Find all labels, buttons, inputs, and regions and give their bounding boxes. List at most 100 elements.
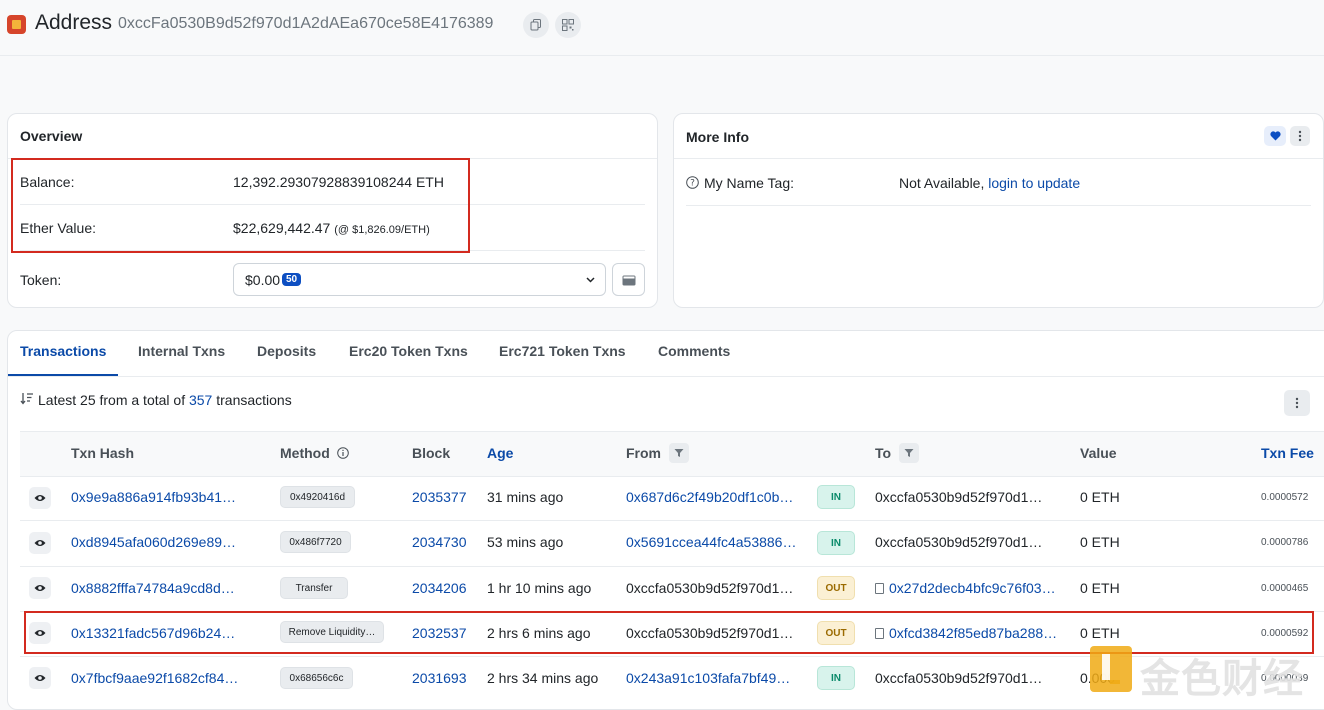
- txn-fee-text: 0.0000465: [1261, 583, 1309, 594]
- txn-hash-link[interactable]: 0xd8945afa060d269e89…: [71, 534, 236, 550]
- name-tag-value: Not Available, login to update: [899, 175, 1080, 191]
- qr-code-icon[interactable]: [555, 12, 581, 38]
- favorite-button[interactable]: [1264, 126, 1286, 146]
- value-text: 0 ETH: [1080, 489, 1120, 505]
- active-tab-indicator: [8, 374, 118, 376]
- contract-icon: [875, 583, 884, 594]
- token-value: $0.00: [245, 272, 281, 288]
- divider: [20, 476, 1324, 477]
- transactions-summary: Latest 25 from a total of 357 transactio…: [38, 392, 292, 408]
- filter-icon[interactable]: [899, 443, 919, 463]
- kebab-icon: [1298, 130, 1302, 142]
- direction-badge-out: OUT: [817, 576, 855, 600]
- to-address: 0xccfa0530b9d52f970d1…: [875, 670, 1043, 686]
- block-link[interactable]: 2035377: [412, 489, 467, 505]
- more-options-button[interactable]: [1290, 126, 1310, 146]
- summary-prefix: Latest 25 from a total of: [38, 392, 186, 408]
- method-badge: 0x68656c6c: [280, 667, 353, 689]
- login-link[interactable]: login to update: [988, 175, 1080, 191]
- summary-count-link[interactable]: 357: [189, 392, 212, 408]
- age-text: 1 hr 10 mins ago: [487, 580, 592, 596]
- info-icon[interactable]: [336, 447, 349, 459]
- method-badge: Transfer: [280, 577, 348, 599]
- value-text: 0 ETH: [1080, 534, 1120, 550]
- direction-badge-in: IN: [817, 531, 855, 555]
- from-address-link[interactable]: 0x243a91c103fafa7bf49…: [626, 670, 790, 686]
- divider: [20, 566, 1324, 567]
- highlight-box: [11, 158, 470, 253]
- block-link[interactable]: 2034730: [412, 534, 467, 550]
- column-header-txn-hash: Txn Hash: [71, 445, 135, 461]
- from-address: 0xccfa0530b9d52f970d1…: [626, 580, 794, 596]
- chevron-down-icon: [586, 277, 595, 283]
- sort-icon: [20, 393, 33, 405]
- txn-fee-text: 0.0000572: [1261, 492, 1309, 503]
- watermark: 金色财经: [1082, 640, 1324, 701]
- block-link[interactable]: 2031693: [412, 670, 467, 686]
- preview-eye-icon[interactable]: [29, 667, 51, 689]
- age-text: 53 mins ago: [487, 534, 564, 550]
- watermark-text: 金色财经: [1140, 657, 1304, 701]
- page-header: Address 0xccFa0530B9d52f970d1A2dAEa670ce…: [0, 0, 1324, 56]
- txn-hash-link[interactable]: 0x7fbcf9aae92f1682cf84…: [71, 670, 238, 686]
- tab-comments[interactable]: Comments: [658, 343, 730, 359]
- watermark-logo-icon: [1090, 646, 1132, 692]
- to-address-link[interactable]: 0x27d2decb4bfc9c76f03…: [875, 580, 1056, 596]
- method-badge: 0x486f7720: [280, 531, 351, 553]
- wallet-button[interactable]: [612, 263, 645, 296]
- divider: [8, 376, 1324, 377]
- kebab-icon: [1295, 397, 1299, 409]
- tab-transactions[interactable]: Transactions: [20, 343, 106, 359]
- method-header-label: Method: [280, 445, 330, 461]
- name-tag-label: My Name Tag:: [704, 175, 794, 191]
- age-text: 31 mins ago: [487, 489, 564, 505]
- tab-deposits[interactable]: Deposits: [257, 343, 316, 359]
- name-tag-status: Not Available,: [899, 175, 985, 191]
- value-text: 0 ETH: [1080, 580, 1120, 596]
- divider: [686, 205, 1311, 206]
- tab-erc721-token-txns[interactable]: Erc721 Token Txns: [499, 343, 626, 359]
- preview-eye-icon[interactable]: [29, 487, 51, 509]
- column-header-value: Value: [1080, 445, 1117, 461]
- filter-icon[interactable]: [669, 443, 689, 463]
- overview-title: Overview: [20, 128, 83, 144]
- page-title: Address: [35, 11, 113, 34]
- help-icon: ?: [686, 176, 699, 189]
- heart-icon: [1269, 131, 1281, 141]
- to-address: 0xccfa0530b9d52f970d1…: [875, 489, 1043, 505]
- copy-icon[interactable]: [523, 12, 549, 38]
- more-info-card: [673, 113, 1324, 308]
- column-header-from: From: [626, 445, 661, 461]
- txn-hash-link[interactable]: 0x9e9a886a914fb93b41…: [71, 489, 236, 505]
- to-address: 0xccfa0530b9d52f970d1…: [875, 534, 1043, 550]
- token-dropdown[interactable]: $0.00 50: [233, 263, 606, 296]
- preview-eye-icon[interactable]: [29, 532, 51, 554]
- svg-text:?: ?: [690, 179, 695, 189]
- age-text: 2 hrs 34 mins ago: [487, 670, 599, 686]
- address-avatar-icon: [7, 15, 26, 34]
- txn-hash-link[interactable]: 0x8882fffa74784a9cd8d…: [71, 580, 235, 596]
- column-header-txn-fee[interactable]: Txn Fee: [1261, 445, 1314, 461]
- column-header-to: To: [875, 445, 892, 461]
- wallet-icon: [622, 275, 635, 285]
- to-address-text: 0x27d2decb4bfc9c76f03…: [889, 580, 1056, 596]
- column-header-age[interactable]: Age: [487, 445, 513, 461]
- token-label: Token:: [20, 272, 62, 288]
- block-link[interactable]: 2034206: [412, 580, 467, 596]
- tab-erc20-token-txns[interactable]: Erc20 Token Txns: [349, 343, 468, 359]
- token-count-badge: 50: [282, 273, 302, 286]
- divider: [20, 520, 1324, 521]
- preview-eye-icon[interactable]: [29, 577, 51, 599]
- direction-badge-in: IN: [817, 666, 855, 690]
- tab-internal-txns[interactable]: Internal Txns: [138, 343, 225, 359]
- divider: [674, 158, 1323, 159]
- from-address-link[interactable]: 0x5691ccea44fc4a53886…: [626, 534, 796, 550]
- table-options-button[interactable]: [1284, 390, 1310, 416]
- method-badge: 0x4920416d: [280, 486, 355, 508]
- address-text: 0xccFa0530B9d52f970d1A2dAEa670ce58E41763…: [118, 15, 494, 32]
- column-header-method: Method: [280, 445, 349, 461]
- column-header-block: Block: [412, 445, 451, 461]
- from-address-link[interactable]: 0x687d6c2f49b20df1c0b…: [626, 489, 793, 505]
- txn-fee-text: 0.0000786: [1261, 537, 1309, 548]
- more-info-title: More Info: [686, 129, 749, 145]
